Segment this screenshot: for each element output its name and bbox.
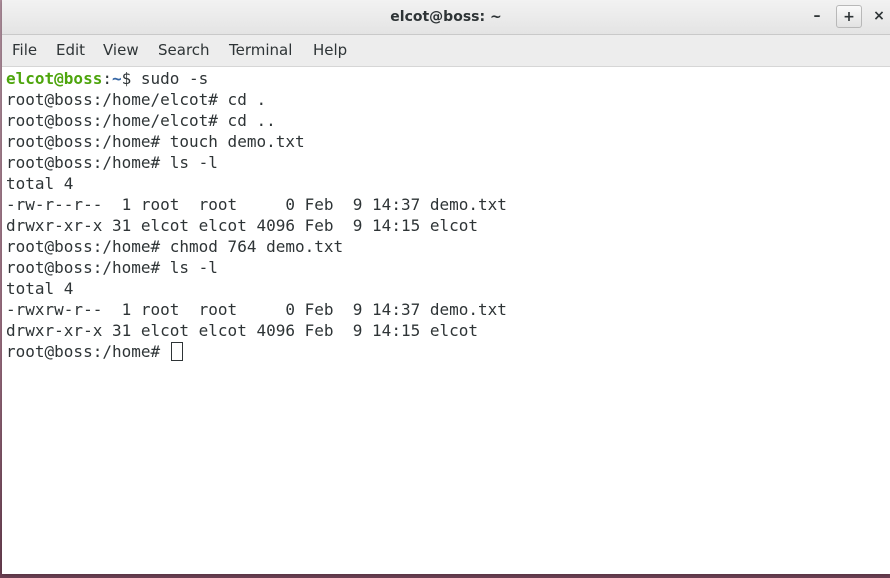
menu-view[interactable]: View: [103, 35, 139, 66]
menu-search[interactable]: Search: [158, 35, 210, 66]
prompt-user: elcot@boss: [6, 69, 103, 88]
title-bar[interactable]: elcot@boss: ~ – + ×: [2, 0, 890, 35]
terminal-line: drwxr-xr-x 31 elcot elcot 4096 Feb 9 14:…: [6, 321, 479, 340]
terminal-line: root@boss:/home# chmod 764 demo.txt: [6, 237, 344, 256]
menu-help[interactable]: Help: [313, 35, 347, 66]
window-title: elcot@boss: ~: [390, 9, 502, 25]
terminal-line: -rw-r--r-- 1 root root 0 Feb 9 14:37 dem…: [6, 195, 507, 214]
prompt-symbol: $: [121, 69, 132, 88]
menu-file[interactable]: File: [12, 35, 37, 66]
prompt-command: sudo -s: [131, 69, 209, 88]
terminal-window: elcot@boss: ~ – + × File Edit View Searc…: [2, 0, 890, 574]
close-button[interactable]: ×: [866, 5, 890, 28]
maximize-button[interactable]: +: [836, 5, 862, 28]
prompt-separator: :: [102, 69, 112, 88]
terminal-output[interactable]: elcot@boss:~$ sudo -s root@boss:/home/el…: [2, 67, 890, 574]
text-cursor[interactable]: [170, 342, 183, 361]
terminal-line: drwxr-xr-x 31 elcot elcot 4096 Feb 9 14:…: [6, 216, 479, 235]
terminal-line: root@boss:/home# ls -l: [6, 258, 218, 277]
terminal-line: total 4: [6, 174, 74, 193]
menu-bar: File Edit View Search Terminal Help: [2, 35, 890, 67]
terminal-line: root@boss:/home/elcot# cd ..: [6, 111, 276, 130]
terminal-line: root@boss:/home/elcot# cd .: [6, 90, 267, 109]
minimize-button[interactable]: –: [804, 5, 830, 28]
menu-edit[interactable]: Edit: [56, 35, 85, 66]
terminal-line: root@boss:/home# touch demo.txt: [6, 132, 305, 151]
prompt-path: ~: [111, 69, 122, 88]
terminal-line: elcot@boss:~$ sudo -s: [2, 68, 890, 89]
terminal-line: root@boss:/home# ls -l: [6, 153, 218, 172]
terminal-line: -rwxrw-r-- 1 root root 0 Feb 9 14:37 dem…: [6, 300, 507, 319]
terminal-line: total 4: [6, 279, 74, 298]
menu-terminal[interactable]: Terminal: [229, 35, 292, 66]
terminal-prompt-line: root@boss:/home#: [2, 341, 890, 362]
current-prompt: root@boss:/home#: [6, 342, 170, 361]
